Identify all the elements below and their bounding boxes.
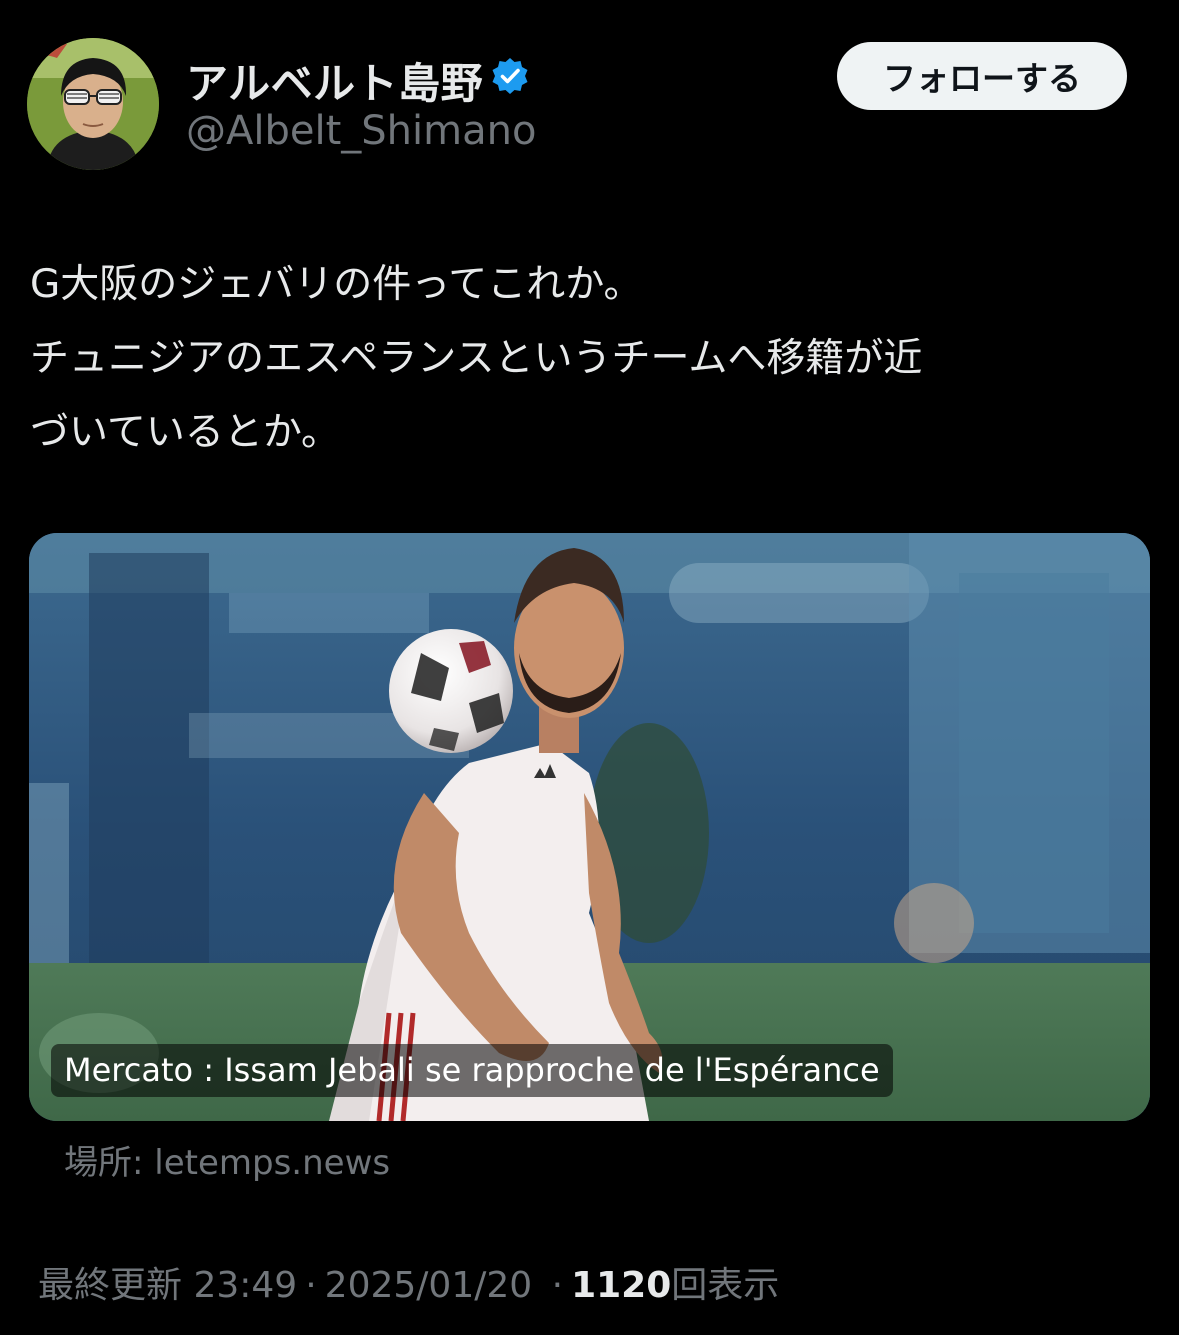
follow-button[interactable]: フォローする [837,42,1127,110]
meta-separator: · [305,1265,317,1306]
user-handle[interactable]: @Albelt_Shimano [186,108,536,154]
verified-badge-icon [492,58,528,94]
link-card[interactable]: Mercato : Issam Jebali se rapproche de l… [29,533,1150,1121]
tweet-text-line: づいているとか。 [30,410,341,455]
meta-separator: · [551,1265,564,1306]
tweet: アルベルト島野 @Albelt_Shimano フォローする G大阪のジェバリの… [0,0,1179,1335]
updated-label: 最終更新 [38,1265,183,1306]
tweet-date[interactable]: 2025/01/20 [325,1265,533,1306]
tweet-text-line: チュニジアのエスペランスというチームへ移籍が近 [30,336,923,381]
tweet-meta: 最終更新 23:49 · 2025/01/20 · 1120回表示 [38,1256,779,1308]
tweet-text: G大阪のジェバリの件ってこれか。 チュニジアのエスペランスというチームへ移籍が近… [30,248,1155,470]
display-name[interactable]: アルベルト島野 [186,50,483,111]
link-card-image [29,533,1150,1121]
link-card-title: Mercato : Issam Jebali se rapproche de l… [51,1044,893,1097]
tweet-time[interactable]: 23:49 [193,1265,297,1306]
avatar-image [27,38,159,170]
views-count[interactable]: 1120 [571,1265,671,1306]
views-label: 回表示 [671,1265,780,1306]
link-card-source[interactable]: 場所: letemps.news [64,1135,390,1184]
avatar[interactable] [27,38,159,170]
tweet-text-line: G大阪のジェバリの件ってこれか。 [30,262,643,307]
